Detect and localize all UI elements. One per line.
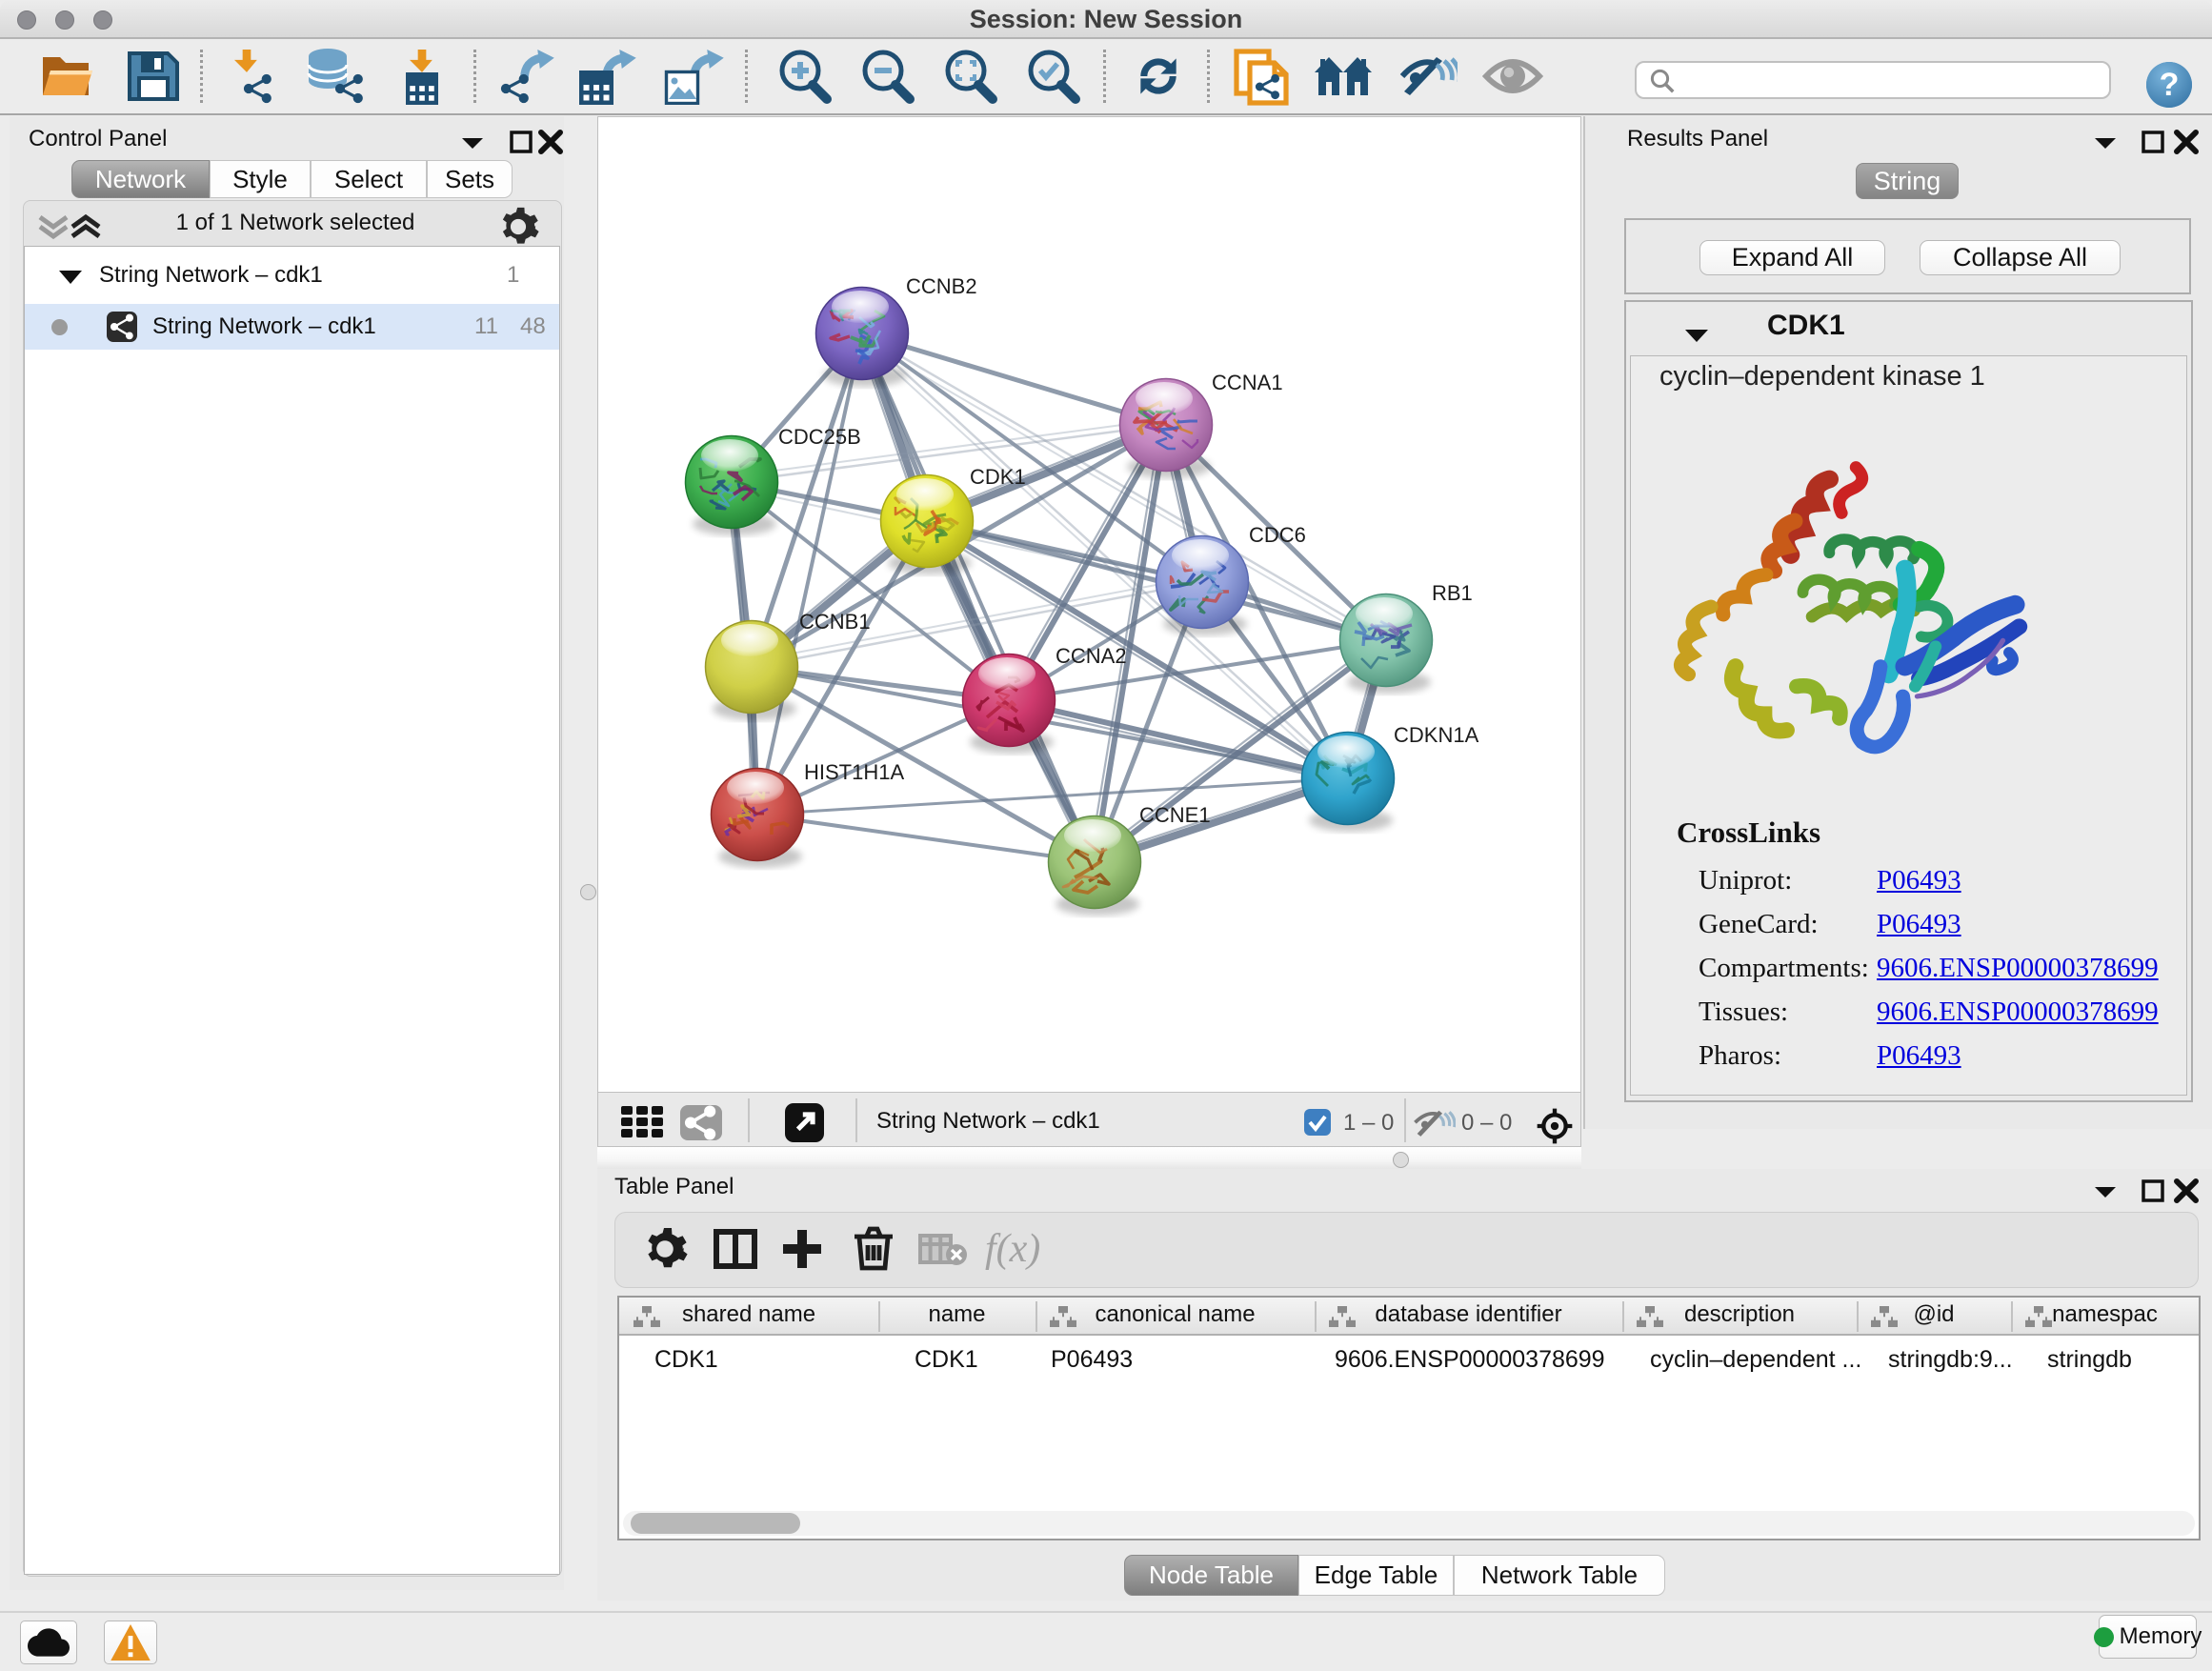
svg-text:CCNA2: CCNA2: [1056, 644, 1127, 668]
svg-text:CCNB1: CCNB1: [799, 610, 871, 634]
svg-text:?: ?: [2160, 67, 2180, 103]
svg-text:CCNA1: CCNA1: [1212, 371, 1283, 394]
svg-text:CCNB2: CCNB2: [906, 274, 977, 298]
svg-text:CDKN1A: CDKN1A: [1394, 723, 1479, 747]
svg-text:RB1: RB1: [1432, 581, 1473, 605]
svg-text:CDK1: CDK1: [970, 465, 1026, 489]
svg-text:CDC25B: CDC25B: [778, 425, 861, 449]
svg-text:CCNE1: CCNE1: [1139, 803, 1211, 827]
svg-text:CDC6: CDC6: [1249, 523, 1306, 547]
svg-text:HIST1H1A: HIST1H1A: [804, 760, 904, 784]
